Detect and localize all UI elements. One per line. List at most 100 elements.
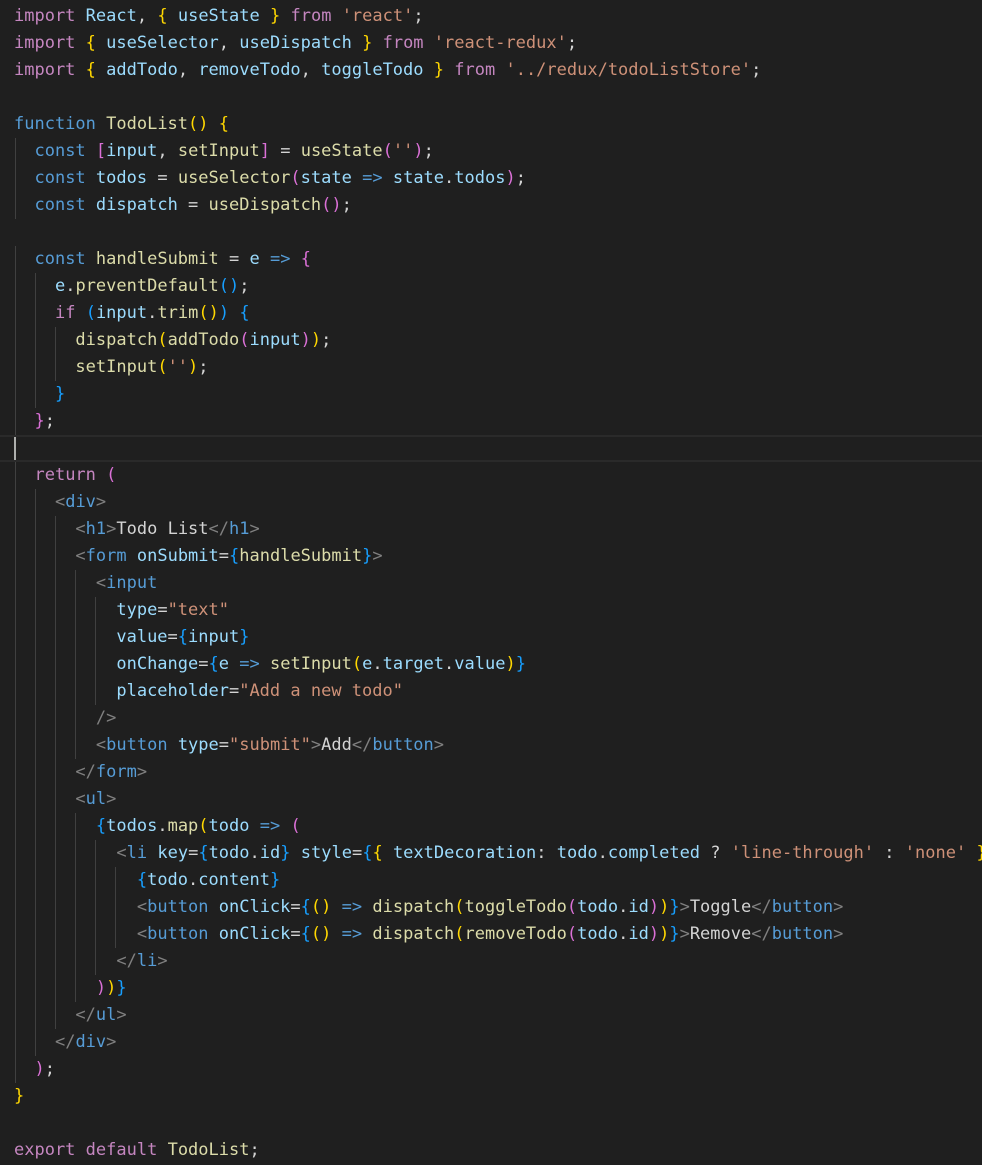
code-token: input xyxy=(249,330,301,350)
code-line[interactable]: value={input} xyxy=(0,624,982,651)
code-token: , xyxy=(177,60,199,80)
code-line[interactable]: }; xyxy=(0,408,982,435)
code-line[interactable]: dispatch(addTodo(input)); xyxy=(0,327,982,354)
indent-guide xyxy=(15,543,16,570)
code-token: > xyxy=(106,519,117,539)
code-token: => xyxy=(259,816,281,836)
code-token: onSubmit xyxy=(136,546,219,566)
code-line[interactable]: <form onSubmit={handleSubmit}> xyxy=(0,543,982,570)
code-token: ( xyxy=(239,330,250,350)
code-line[interactable]: onChange={e => setInput(e.target.value)} xyxy=(0,651,982,678)
code-token: todo xyxy=(208,816,250,836)
indent-guide xyxy=(15,570,16,597)
indent-guide xyxy=(55,813,56,840)
code-token: { xyxy=(362,843,373,863)
code-line[interactable]: } xyxy=(0,381,982,408)
code-line[interactable]: import { addTodo, removeTodo, toggleTodo… xyxy=(0,57,982,84)
indent-guide xyxy=(55,570,56,597)
code-line[interactable]: ))} xyxy=(0,975,982,1002)
code-token: state xyxy=(300,168,352,188)
indent-guide xyxy=(75,678,76,705)
code-token: '../redux/todoListStore' xyxy=(505,60,752,80)
code-token: ( xyxy=(351,654,363,674)
code-line[interactable]: type="text" xyxy=(0,597,982,624)
code-token: > xyxy=(95,492,107,512)
code-line[interactable] xyxy=(0,84,982,111)
code-token: ) xyxy=(505,168,516,188)
code-line[interactable]: {todos.map(todo => ( xyxy=(0,813,982,840)
code-line[interactable]: setInput(''); xyxy=(0,354,982,381)
code-line[interactable]: <button type="submit">Add</button> xyxy=(0,732,982,759)
code-line[interactable]: <div> xyxy=(0,489,982,516)
code-token: } xyxy=(14,1086,25,1106)
code-token: input xyxy=(106,573,158,593)
code-line[interactable]: const handleSubmit = e => { xyxy=(0,246,982,273)
code-token: Remove xyxy=(689,924,752,944)
code-token: . xyxy=(597,843,608,863)
indent-guide xyxy=(55,975,56,1002)
indent-guide xyxy=(55,624,56,651)
code-line[interactable]: const dispatch = useDispatch(); xyxy=(0,192,982,219)
code-line[interactable]: import React, { useState } from 'react'; xyxy=(0,3,982,30)
code-token: < xyxy=(116,843,127,863)
code-line[interactable]: const [input, setInput] = useState(''); xyxy=(0,138,982,165)
code-token: dispatch xyxy=(95,195,178,215)
code-token: . xyxy=(372,654,383,674)
code-line[interactable]: {todo.content} xyxy=(0,867,982,894)
code-token: < xyxy=(75,519,86,539)
code-line[interactable]: </ul> xyxy=(0,1002,982,1029)
code-line[interactable]: import { useSelector, useDispatch } from… xyxy=(0,30,982,57)
indent-guide xyxy=(75,921,76,948)
code-line[interactable]: export default TodoList; xyxy=(0,1137,982,1164)
code-token: useSelector xyxy=(177,168,291,188)
code-token: . xyxy=(65,276,76,296)
code-line[interactable]: <button onClick={() => dispatch(removeTo… xyxy=(0,921,982,948)
code-token: ) xyxy=(659,924,670,944)
code-line[interactable]: return ( xyxy=(0,462,982,489)
code-line[interactable]: </li> xyxy=(0,948,982,975)
code-line[interactable]: <input xyxy=(0,570,982,597)
code-token: => xyxy=(362,168,383,188)
indent-guide xyxy=(15,705,16,732)
code-line[interactable]: <ul> xyxy=(0,786,982,813)
indent-guide xyxy=(95,651,96,678)
code-line[interactable]: ); xyxy=(0,1056,982,1083)
code-line[interactable]: const todos = useSelector(state => state… xyxy=(0,165,982,192)
code-token: dispatch xyxy=(75,330,158,350)
code-token: > xyxy=(433,735,445,755)
code-token: function xyxy=(14,114,96,134)
code-line[interactable]: /> xyxy=(0,705,982,732)
code-token: } xyxy=(116,978,127,998)
code-line[interactable]: <li key={todo.id} style={{ textDecoratio… xyxy=(0,840,982,867)
code-token: = xyxy=(147,168,178,188)
code-token: value xyxy=(116,627,168,647)
code-line[interactable] xyxy=(0,1110,982,1137)
code-line[interactable] xyxy=(0,219,982,246)
code-line[interactable]: function TodoList() { xyxy=(0,111,982,138)
code-line[interactable] xyxy=(0,435,982,462)
code-token: { xyxy=(85,33,96,53)
indent-guide xyxy=(15,624,16,651)
code-token: } xyxy=(669,897,680,917)
indent-guide xyxy=(15,759,16,786)
code-token: li xyxy=(126,843,148,863)
code-line[interactable]: if (input.trim()) { xyxy=(0,300,982,327)
code-line[interactable]: placeholder="Add a new todo" xyxy=(0,678,982,705)
code-line[interactable]: </form> xyxy=(0,759,982,786)
code-token: id xyxy=(628,897,649,917)
code-line[interactable]: <h1>Todo List</h1> xyxy=(0,516,982,543)
code-line[interactable]: e.preventDefault(); xyxy=(0,273,982,300)
code-line[interactable]: } xyxy=(0,1083,982,1110)
code-token: import xyxy=(14,60,76,80)
code-line[interactable]: <button onClick={() => dispatch(toggleTo… xyxy=(0,894,982,921)
code-editor[interactable]: import React, { useState } from 'react';… xyxy=(0,3,982,1165)
code-line[interactable]: </div> xyxy=(0,1029,982,1056)
